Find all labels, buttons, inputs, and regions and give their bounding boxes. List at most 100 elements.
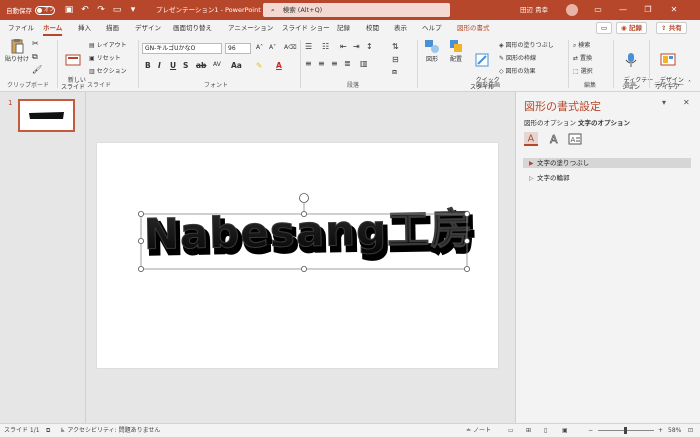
grow-font-icon[interactable]: A˄ — [256, 44, 263, 51]
undo-icon[interactable]: ↶ — [77, 5, 93, 15]
font-color-icon[interactable]: A — [276, 61, 282, 70]
slide-sorter-icon[interactable]: ⊞ — [526, 424, 531, 437]
text-effects-icon[interactable]: A — [547, 132, 561, 146]
tab-shape-options[interactable]: 図形のオプション — [524, 117, 576, 127]
slide-thumbnail[interactable] — [18, 99, 75, 132]
wordart-text[interactable]: Nabesang工房 — [143, 204, 474, 260]
section-button[interactable]: ▥ セクション — [89, 66, 127, 75]
tab-view[interactable]: 表示 — [394, 20, 407, 36]
shrink-font-icon[interactable]: A˅ — [269, 44, 276, 51]
resize-handle[interactable] — [463, 266, 470, 273]
pane-close-icon[interactable]: ✕ — [683, 98, 690, 107]
decrease-indent-icon[interactable]: ⇤ — [340, 42, 347, 51]
replace-button[interactable]: ⇄ 置換 — [573, 53, 592, 62]
normal-view-icon[interactable]: ▭ — [508, 424, 514, 437]
select-button[interactable]: ⬚ 選択 — [573, 66, 593, 75]
cut-icon[interactable]: ✂ — [32, 39, 39, 48]
change-case-icon[interactable]: Aa — [231, 61, 242, 70]
zoom-level[interactable]: 58% — [668, 424, 681, 437]
autosave[interactable]: 自動保存 オフ — [0, 0, 55, 20]
comments-button[interactable]: ▭ — [596, 22, 613, 34]
text-fill-outline-icon[interactable]: A — [524, 132, 538, 146]
text-direction-icon[interactable]: ⇅ — [392, 42, 399, 51]
align-center-icon[interactable]: ≡ — [318, 59, 325, 68]
reading-view-icon[interactable]: ▯ — [544, 424, 547, 437]
italic-icon[interactable]: I — [158, 61, 161, 70]
char-spacing-icon[interactable]: AV — [213, 61, 221, 68]
highlight-icon[interactable]: ✎ — [256, 61, 262, 70]
layout-button[interactable]: ▤ レイアウト — [89, 40, 127, 49]
smartart-icon[interactable]: ⧈ — [392, 67, 397, 77]
collapse-ribbon-icon[interactable]: ˄ — [688, 80, 691, 87]
format-painter-icon[interactable]: 🖌 — [32, 65, 42, 74]
columns-icon[interactable]: ▥ — [360, 59, 368, 68]
shape-fill-button[interactable]: ◈ 図形の塗りつぶし — [499, 40, 554, 49]
avatar[interactable] — [566, 4, 578, 16]
shape-outline-button[interactable]: ✎ 図形の枠線 — [499, 53, 536, 62]
strikethrough-icon[interactable]: ab — [196, 61, 206, 70]
justify-icon[interactable]: ≣ — [344, 59, 351, 68]
record-button[interactable]: ◉ 記録 — [616, 22, 647, 34]
resize-handle[interactable] — [138, 238, 145, 245]
underline-icon[interactable]: U — [170, 61, 176, 70]
shape-effects-button[interactable]: ◇ 図形の効果 — [499, 66, 536, 75]
resize-handle[interactable] — [138, 211, 145, 218]
save-icon[interactable]: ▣ — [61, 5, 77, 15]
tab-text-options[interactable]: 文字のオプション — [578, 117, 630, 127]
tab-file[interactable]: ファイル — [8, 20, 34, 36]
shadow-icon[interactable]: S — [183, 61, 188, 70]
pane-options-icon[interactable]: ▾ — [662, 98, 666, 107]
fit-to-window-icon[interactable]: ⊡ — [688, 424, 693, 437]
resize-handle[interactable] — [463, 211, 470, 218]
tab-animations[interactable]: アニメーション — [228, 20, 273, 36]
resize-handle[interactable] — [300, 211, 307, 218]
tab-transitions[interactable]: 画面切り替え — [173, 20, 212, 36]
customize-qat-icon[interactable]: ▾ — [125, 5, 141, 15]
zoom-in-icon[interactable]: + — [658, 424, 663, 437]
ribbon-display-icon[interactable]: ▭ — [586, 0, 610, 20]
design-ideas-button[interactable]: デザイン アイデア — [651, 38, 685, 98]
resize-handle[interactable] — [138, 266, 145, 273]
slideshow-icon[interactable]: ▣ — [562, 424, 568, 437]
zoom-out-icon[interactable]: − — [588, 424, 593, 437]
redo-icon[interactable]: ↷ — [93, 5, 109, 15]
numbering-icon[interactable]: ☷ — [322, 42, 329, 51]
tab-home[interactable]: ホーム — [43, 20, 63, 36]
increase-indent-icon[interactable]: ⇥ — [353, 42, 360, 51]
tab-shape-format[interactable]: 図形の書式 — [457, 20, 490, 36]
spellcheck-icon[interactable]: ⧉ — [46, 424, 50, 437]
paste-button[interactable]: 貼り付け — [4, 38, 30, 63]
new-slide-button[interactable]: 新しい スライド — [59, 38, 87, 98]
clear-format-icon[interactable]: A⌫ — [284, 44, 297, 51]
align-text-icon[interactable]: ⊟ — [392, 55, 399, 64]
copy-icon[interactable]: ⧉ — [32, 52, 38, 62]
shapes-button[interactable]: 図形 — [421, 38, 443, 63]
tab-record[interactable]: 記録 — [337, 20, 350, 36]
search-box[interactable]: ⌕ 検索 (Alt+Q) — [263, 3, 450, 17]
textbox-icon[interactable]: A — [568, 132, 582, 146]
rotate-handle[interactable] — [299, 193, 309, 203]
quick-styles-button[interactable]: クイック スタイル — [468, 38, 500, 98]
bullets-icon[interactable]: ☰ — [305, 42, 312, 51]
bold-icon[interactable]: B — [145, 61, 151, 70]
minimize-icon[interactable]: — — [611, 0, 635, 20]
zoom-slider-thumb[interactable] — [624, 427, 627, 434]
slide[interactable]: Nabesang工房 Nabesang工房 — [97, 143, 498, 368]
font-size-select[interactable]: 96 — [225, 43, 251, 54]
notes-button[interactable]: ≐ ノート — [466, 424, 491, 437]
tab-slideshow[interactable]: スライド ショー — [282, 20, 330, 36]
tab-design[interactable]: デザイン — [135, 20, 161, 36]
font-name-select[interactable]: GN-キルゴUかなO — [142, 43, 222, 54]
arrange-button[interactable]: 配置 — [445, 38, 467, 63]
tab-review[interactable]: 校閲 — [366, 20, 379, 36]
tab-insert[interactable]: 挿入 — [78, 20, 91, 36]
restore-icon[interactable]: ❐ — [636, 0, 660, 20]
line-spacing-icon[interactable]: ↕ — [366, 42, 373, 51]
user-name[interactable]: 田辺 貴幸 — [520, 0, 548, 20]
align-left-icon[interactable]: ≡ — [305, 59, 312, 68]
reset-button[interactable]: ▣ リセット — [89, 53, 121, 62]
present-icon[interactable]: ▭ — [109, 5, 125, 15]
resize-handle[interactable] — [300, 266, 307, 273]
close-icon[interactable]: ✕ — [662, 0, 686, 20]
dictate-button[interactable]: ディクテー ション — [616, 38, 653, 98]
